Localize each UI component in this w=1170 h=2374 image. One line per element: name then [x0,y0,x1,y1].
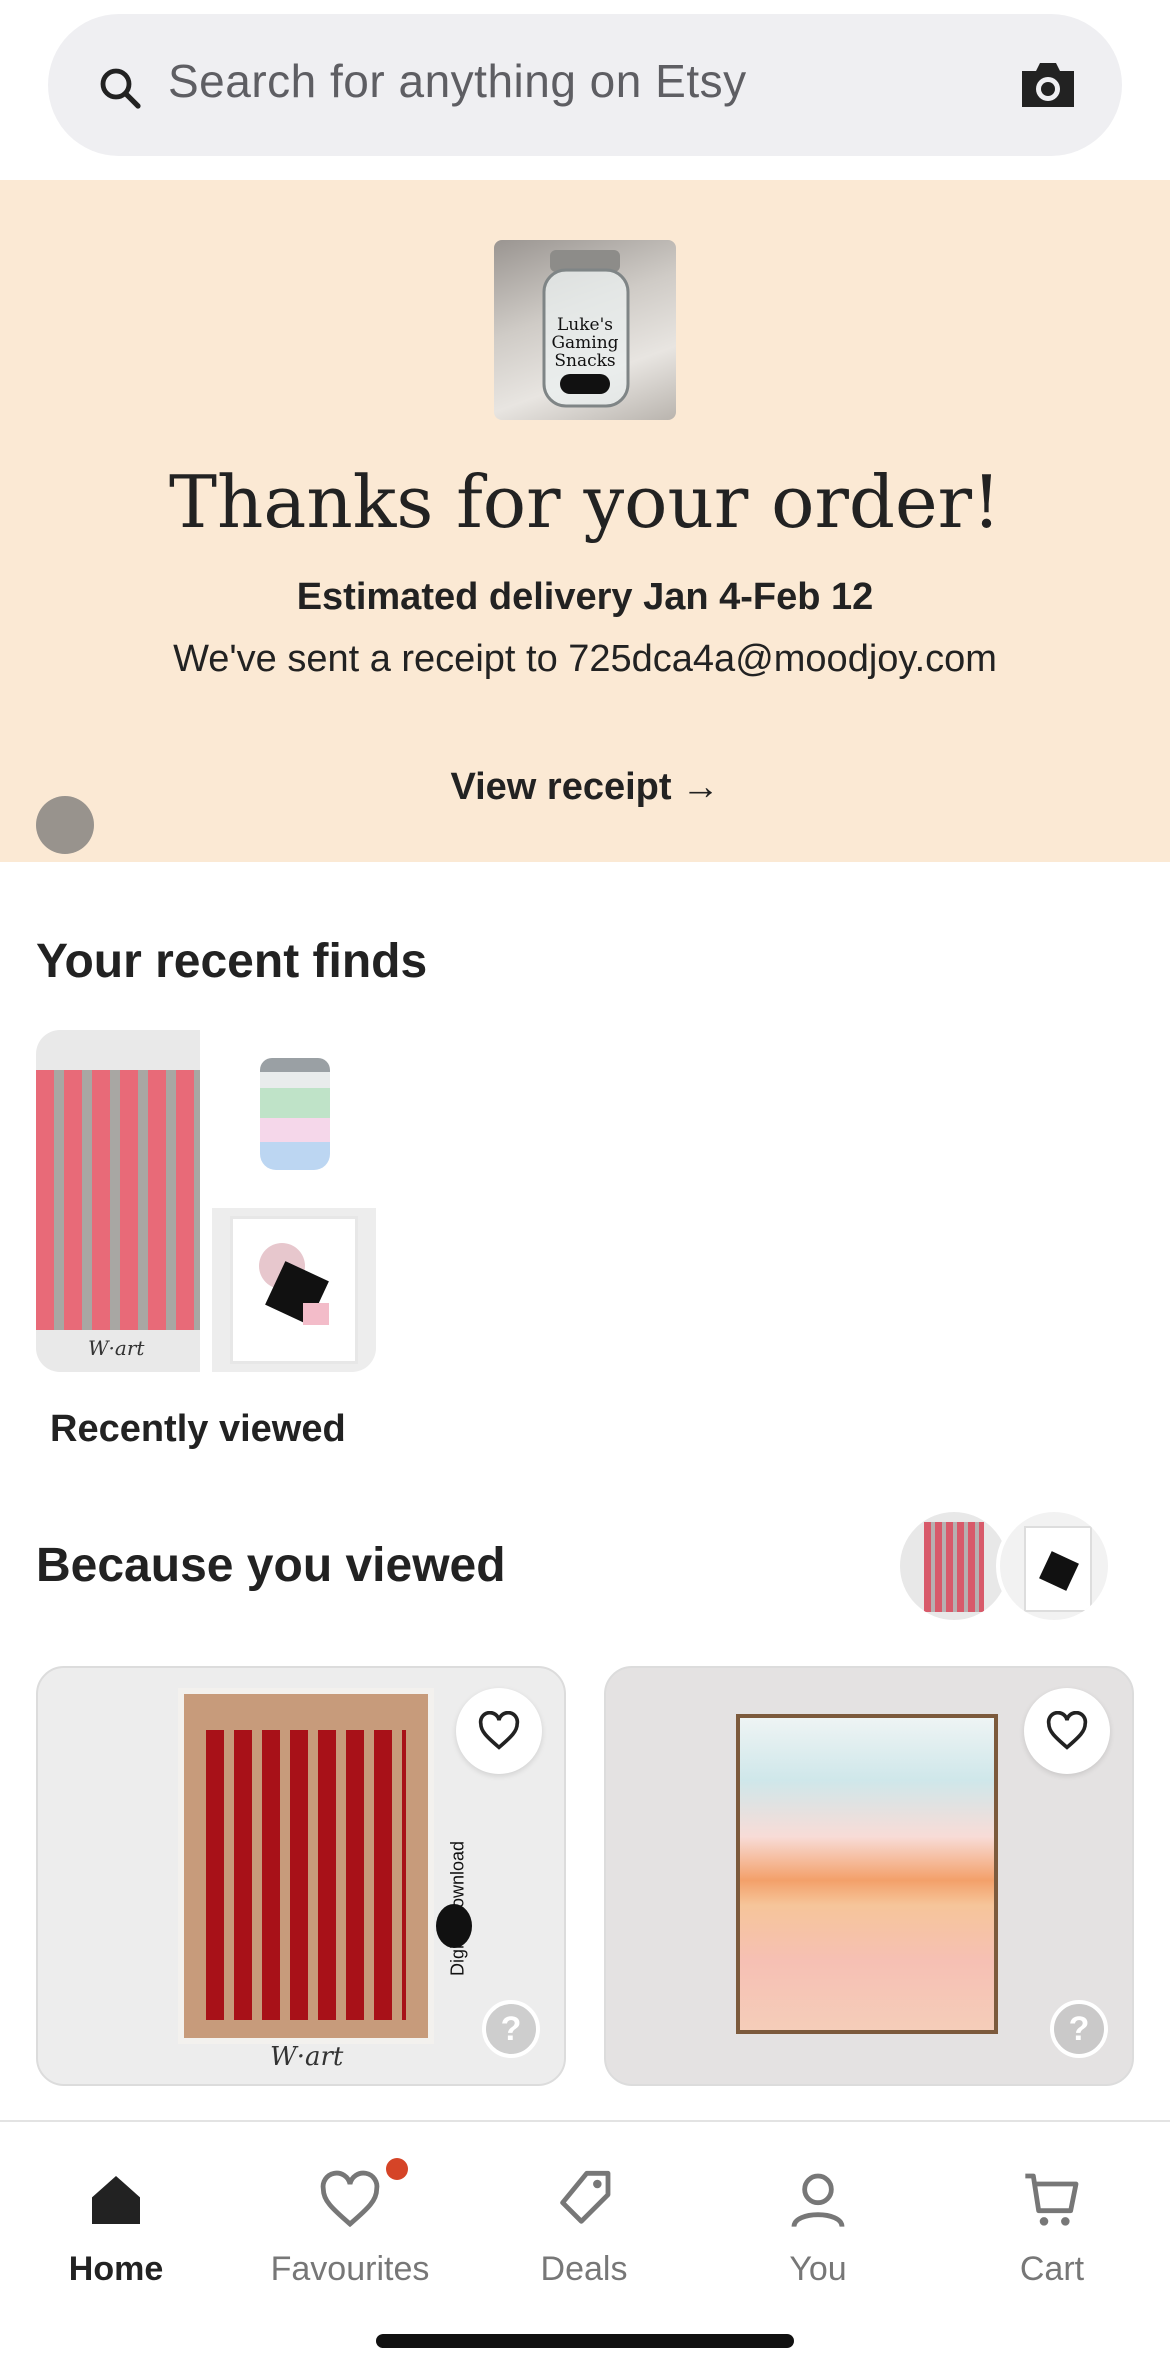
because-you-viewed-title: Because you viewed [36,1539,506,1592]
listing-image-abstract-painting [736,1714,998,2034]
home-indicator[interactable] [376,2334,794,2348]
heart-icon [478,1711,520,1750]
favourite-button[interactable] [456,1688,542,1774]
etsy-home-screen: Search for anything on Etsy Luke's Gamin… [0,0,1170,2374]
tab-label: Home [68,2250,164,2288]
tab-label: Favourites [270,2250,430,2288]
tag-icon [560,2170,611,2224]
estimated-delivery: Estimated delivery Jan 4-Feb 12 [296,576,874,618]
heart-icon [320,2170,380,2228]
recent-finds-title: Your recent finds [36,935,428,988]
tab-label: Cart [1019,2250,1085,2288]
recently-viewed-label[interactable]: Recently viewed [50,1408,346,1451]
viewed-thumbnail-2 [996,1508,1112,1624]
view-receipt-link[interactable]: View receipt → [0,766,1170,809]
tab-deals[interactable]: Deals [484,2146,684,2288]
because-you-viewed-thumbnails [896,1508,1112,1624]
search-icon [100,68,141,109]
viewed-thumbnail-1 [896,1508,1012,1624]
tab-favourites[interactable]: Favourites [250,2146,450,2288]
order-item-thumbnail[interactable]: Luke's Gaming Snacks [494,240,676,420]
camera-icon[interactable] [1018,58,1078,112]
tab-label: Deals [540,2250,628,2288]
collage-image-framed-print [212,1208,376,1372]
help-icon[interactable]: ? [482,2000,540,2058]
cart-icon [1025,2173,1079,2226]
collage-signature: W·art [88,1336,145,1360]
download-icon [436,1904,472,1948]
favourite-button[interactable] [1024,1688,1110,1774]
order-confirmation-banner: Luke's Gaming Snacks Thanks for your ord… [0,180,1170,862]
search-placeholder: Search for anything on Etsy [168,55,747,107]
listing-signature: W·art [270,2042,344,2072]
listing-card-2[interactable]: ? [604,1666,1134,2086]
listing-image-red-pattern [178,1688,434,2044]
home-icon [92,2176,140,2224]
person-icon [791,2173,845,2228]
jar-label-text: Luke's [557,315,613,335]
tab-you[interactable]: You [718,2146,918,2288]
notification-dot [386,2158,408,2180]
heart-icon [1046,1711,1088,1750]
tab-cart[interactable]: Cart [952,2146,1152,2288]
collage-image-candy-jar [212,1030,376,1194]
listing-card-1[interactable]: W·art Digital Download ? [36,1666,566,2086]
receipt-message: We've sent a receipt to 725dca4a@moodjoy… [173,638,997,680]
help-icon[interactable]: ? [1050,2000,1108,2058]
view-receipt-label: View receipt [450,766,672,808]
assistive-touch-dot[interactable] [36,796,94,854]
tab-label: You [789,2250,847,2288]
svg-text:Snacks: Snacks [554,351,615,371]
search-header: Search for anything on Etsy [0,0,1170,180]
order-title: Thanks for your order! [169,460,1001,544]
jar-image: Luke's Gaming Snacks [542,250,630,408]
arrow-right-icon: → [681,766,720,808]
svg-text:Gaming: Gaming [551,333,618,353]
collage-image-pattern-print: W·art [36,1030,200,1372]
recently-viewed-collage[interactable]: W·art [36,1030,376,1372]
tab-home[interactable]: Home [16,2146,216,2288]
